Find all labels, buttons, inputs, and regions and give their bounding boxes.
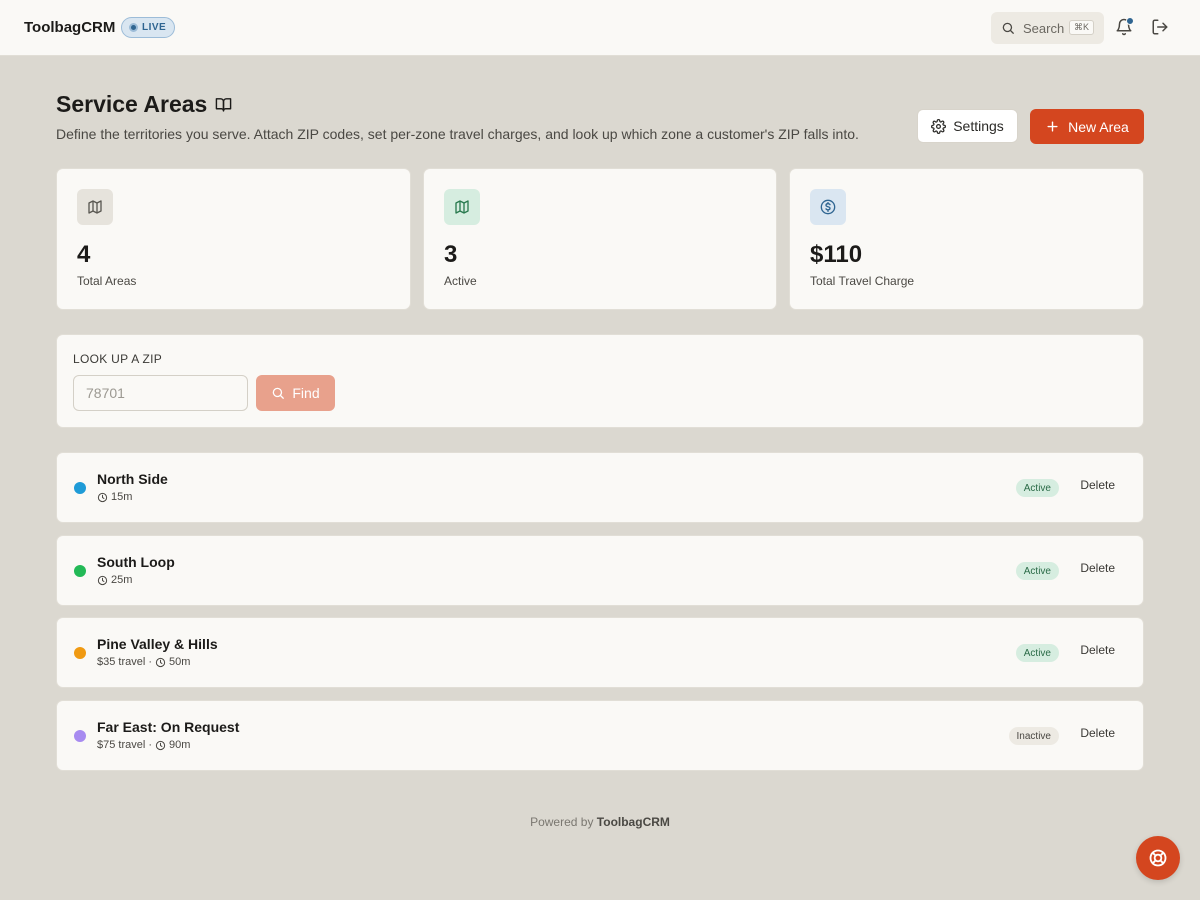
search-shortcut: ⌘K bbox=[1068, 20, 1094, 35]
stat-value: 3 bbox=[444, 241, 458, 268]
clock-icon bbox=[97, 575, 108, 585]
area-color-dot bbox=[74, 730, 86, 742]
lifebuoy-icon bbox=[1149, 849, 1167, 867]
clock-icon bbox=[155, 740, 166, 750]
meta-separator: · bbox=[148, 656, 152, 668]
stat-card-total-areas: 4 Total Areas bbox=[56, 168, 411, 310]
area-color-dot bbox=[74, 482, 86, 494]
stat-label: Total Areas bbox=[77, 274, 137, 288]
area-meta: 25m bbox=[97, 574, 132, 586]
meta-separator: · bbox=[148, 739, 152, 751]
area-time: 25m bbox=[111, 574, 133, 586]
zip-input[interactable] bbox=[73, 375, 248, 411]
settings-label: Settings bbox=[953, 118, 1004, 134]
zip-lookup-label: LOOK UP A ZIP bbox=[73, 352, 163, 366]
area-name: Pine Valley & Hills bbox=[97, 636, 218, 652]
help-button[interactable] bbox=[1136, 836, 1180, 880]
logout-icon[interactable] bbox=[1151, 18, 1169, 36]
area-time: 50m bbox=[168, 656, 191, 668]
page-title-text: Service Areas bbox=[56, 91, 208, 117]
plus-icon bbox=[1047, 121, 1058, 132]
area-color-dot bbox=[74, 647, 86, 659]
notification-dot bbox=[1126, 17, 1134, 25]
live-badge: LIVE bbox=[121, 17, 176, 38]
list-item[interactable]: Far East: On Request $75 travel · 90m In… bbox=[56, 700, 1144, 771]
list-item[interactable]: South Loop 25m Active Delete bbox=[56, 535, 1144, 606]
find-button[interactable]: Find bbox=[256, 375, 335, 411]
list-item[interactable]: North Side 15m Active Delete bbox=[56, 452, 1144, 523]
area-meta: 15m bbox=[97, 491, 132, 503]
stat-label: Active bbox=[444, 274, 477, 288]
page-title: Service Areas bbox=[56, 91, 232, 118]
settings-button[interactable]: Settings bbox=[917, 109, 1018, 143]
status-badge: Inactive bbox=[1008, 727, 1059, 745]
footer: Powered by ToolbagCRM bbox=[0, 815, 1200, 829]
map-icon bbox=[455, 200, 469, 214]
area-color-dot bbox=[74, 565, 86, 577]
stat-card-active: 3 Active bbox=[423, 168, 777, 310]
area-travel: $75 travel bbox=[97, 739, 146, 751]
top-bar: ToolbagCRM LIVE Search ⌘K bbox=[0, 0, 1200, 56]
delete-button[interactable]: Delete bbox=[1080, 643, 1115, 657]
stat-icon-box bbox=[444, 189, 480, 225]
stat-icon-box bbox=[810, 189, 846, 225]
find-label: Find bbox=[292, 385, 320, 401]
stat-icon-box bbox=[77, 189, 113, 225]
gear-icon bbox=[931, 118, 947, 134]
area-meta: $35 travel · 50m bbox=[97, 656, 190, 668]
search-icon bbox=[1002, 22, 1014, 34]
search-label: Search bbox=[1023, 20, 1065, 36]
clock-icon bbox=[97, 492, 108, 502]
page-description: Define the territories you serve. Attach… bbox=[56, 126, 859, 142]
delete-button[interactable]: Delete bbox=[1080, 726, 1115, 740]
area-time: 15m bbox=[111, 491, 133, 503]
map-icon bbox=[88, 200, 102, 214]
search-icon bbox=[273, 387, 285, 399]
delete-button[interactable]: Delete bbox=[1080, 478, 1115, 492]
zip-lookup-card: LOOK UP A ZIP Find bbox=[56, 334, 1144, 428]
live-label: LIVE bbox=[142, 22, 167, 33]
status-badge: Active bbox=[1015, 644, 1059, 662]
brand-logo[interactable]: ToolbagCRM bbox=[24, 19, 115, 36]
stat-value: $110 bbox=[810, 241, 863, 268]
area-name: North Side bbox=[97, 471, 168, 487]
area-name: South Loop bbox=[97, 554, 175, 570]
area-meta: $75 travel · 90m bbox=[97, 739, 190, 751]
area-name: Far East: On Request bbox=[97, 719, 240, 735]
new-area-label: New Area bbox=[1068, 118, 1129, 135]
book-icon[interactable] bbox=[215, 96, 232, 113]
footer-prefix: Powered by bbox=[530, 815, 594, 829]
area-time: 90m bbox=[168, 739, 191, 751]
search-button[interactable]: Search ⌘K bbox=[991, 12, 1104, 44]
clock-icon bbox=[155, 657, 166, 667]
new-area-button[interactable]: New Area bbox=[1030, 109, 1144, 144]
area-travel: $35 travel bbox=[97, 656, 146, 668]
stat-value: 4 bbox=[77, 241, 91, 268]
stat-label: Total Travel Charge bbox=[810, 274, 915, 288]
footer-brand[interactable]: ToolbagCRM bbox=[597, 815, 670, 829]
list-item[interactable]: Pine Valley & Hills $35 travel · 50m Act… bbox=[56, 617, 1144, 688]
status-badge: Active bbox=[1015, 479, 1059, 497]
dollar-icon bbox=[820, 199, 836, 215]
delete-button[interactable]: Delete bbox=[1080, 561, 1115, 575]
live-dot-icon bbox=[129, 23, 138, 32]
status-badge: Active bbox=[1015, 562, 1059, 580]
stat-card-travel-charge: $110 Total Travel Charge bbox=[789, 168, 1144, 310]
